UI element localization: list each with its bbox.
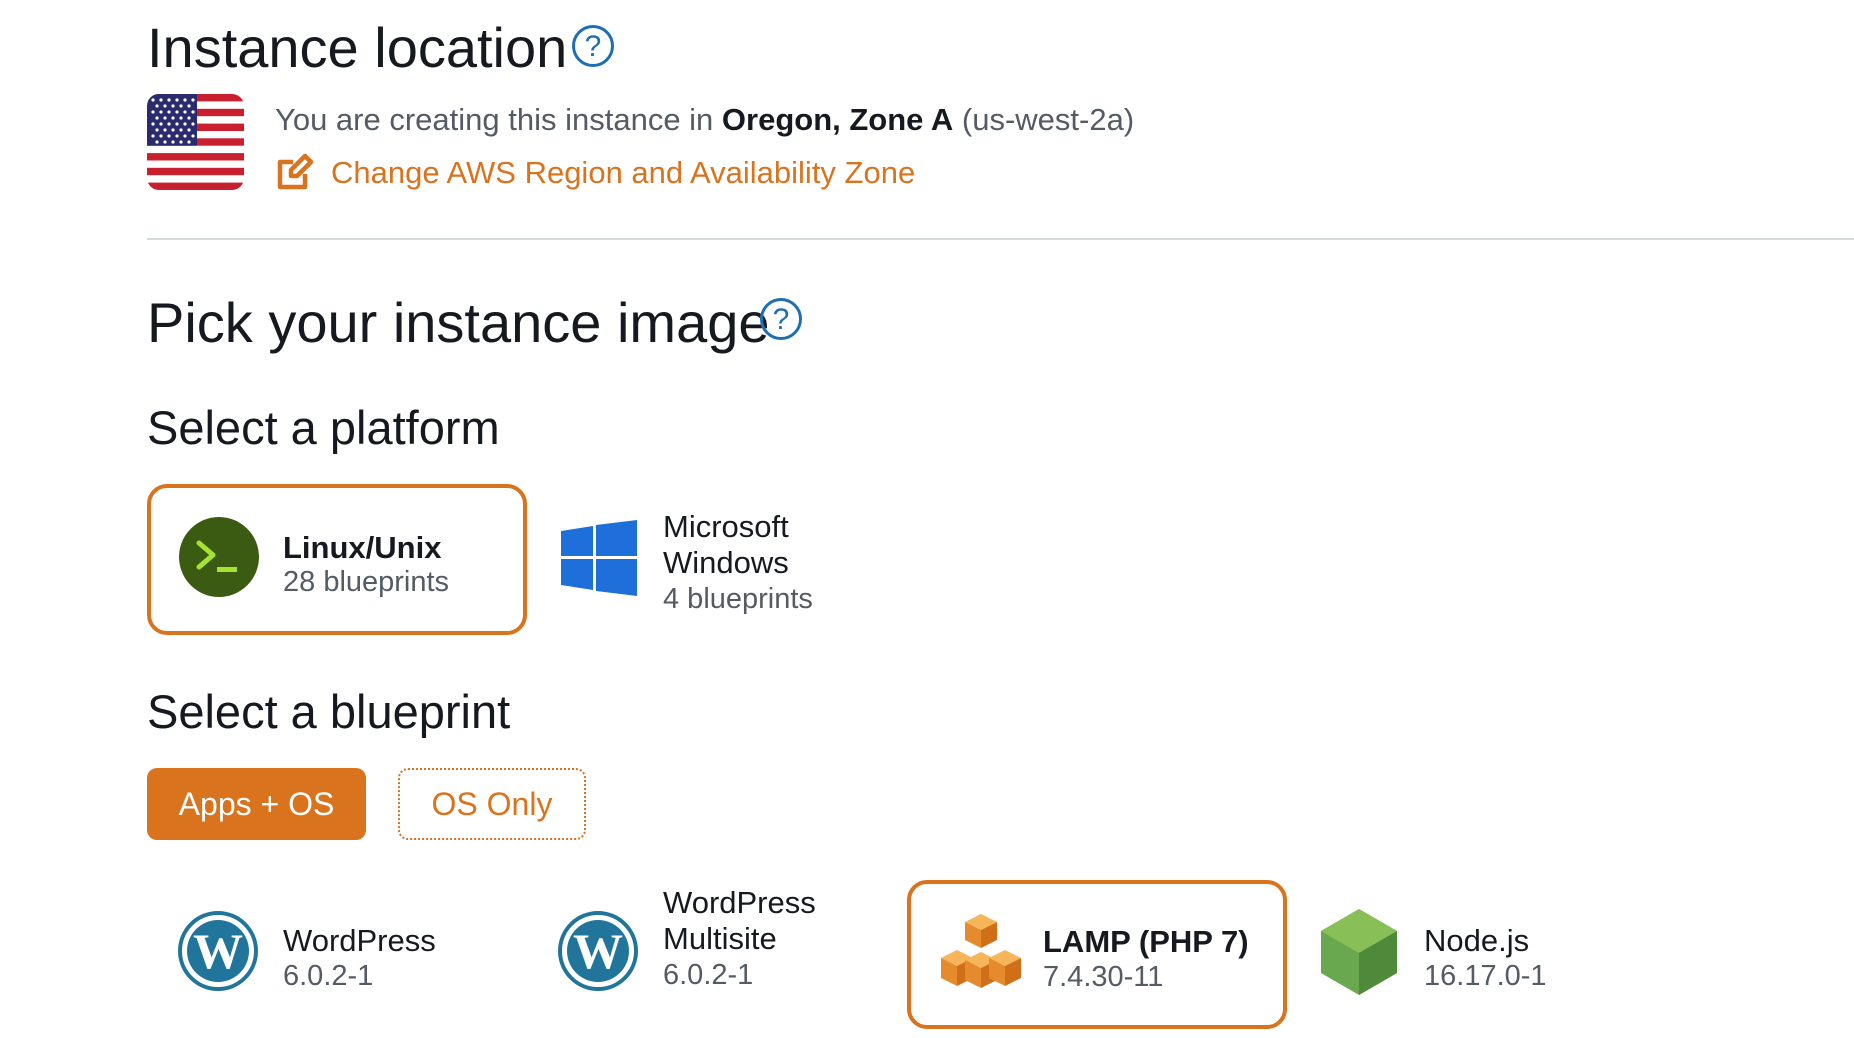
section-divider [147, 238, 1854, 240]
region-name: Oregon, Zone A [721, 102, 954, 137]
platform-count: 28 blueprints [283, 566, 450, 598]
wordpress-icon: W [558, 911, 638, 991]
tab-apps-os[interactable]: Apps + OS [147, 768, 366, 840]
blueprint-card-lamp[interactable]: LAMP (PHP 7) 7.4.30-11 [907, 880, 1287, 1029]
select-platform-title: Select a platform [147, 401, 500, 454]
blueprint-card-wordpress-multisite[interactable]: W WordPress Multisite 6.0.2-1 [550, 887, 880, 1015]
platform-count: 4 blueprints [663, 583, 813, 615]
terminal-icon [179, 517, 259, 597]
blueprint-version: 16.17.0-1 [1424, 960, 1547, 992]
instance-image-title: Pick your instance image [147, 291, 770, 354]
blueprint-name-line1: WordPress [663, 885, 816, 920]
location-description: You are creating this instance in Oregon… [275, 104, 1134, 135]
blueprint-version: 6.0.2-1 [663, 959, 754, 991]
zone-code: (us-west-2a) [961, 102, 1135, 137]
location-prefix: You are creating this instance in [275, 102, 722, 137]
instance-location-title: Instance location [147, 16, 568, 79]
nodejs-icon [1321, 909, 1397, 995]
platform-card-linux[interactable]: Linux/Unix 28 blueprints [147, 484, 527, 635]
change-region-label[interactable]: Change AWS Region and Availability Zone [331, 157, 915, 188]
platform-name-line1: Microsoft [663, 509, 789, 544]
blueprint-card-nodejs[interactable]: Node.js 16.17.0-1 [1310, 895, 1640, 1015]
blueprint-card-wordpress[interactable]: W WordPress 6.0.2-1 [170, 895, 500, 1015]
change-region-link[interactable]: Change AWS Region and Availability Zone [275, 152, 915, 192]
svg-text:W: W [573, 923, 623, 979]
svg-text:?: ? [585, 30, 602, 63]
svg-text:W: W [193, 923, 243, 979]
blueprint-name: WordPress [283, 923, 436, 958]
blueprint-version: 6.0.2-1 [283, 960, 374, 992]
us-flag-icon [147, 94, 244, 190]
cubes-icon [941, 914, 1021, 988]
blueprint-name: Node.js [1424, 923, 1530, 958]
platform-name: Linux/Unix [283, 530, 442, 565]
select-blueprint-title: Select a blueprint [147, 685, 511, 738]
edit-icon [277, 153, 314, 190]
platform-card-windows[interactable]: Microsoft Windows 4 blueprints [555, 505, 855, 625]
wordpress-icon: W [178, 911, 258, 991]
help-icon[interactable]: ? [571, 24, 615, 68]
windows-logo-icon [561, 520, 637, 596]
blueprint-version: 7.4.30-11 [1043, 961, 1164, 993]
tab-os-only[interactable]: OS Only [398, 768, 586, 840]
blueprint-name: LAMP (PHP 7) [1043, 924, 1249, 959]
svg-text:?: ? [773, 303, 790, 336]
help-icon[interactable]: ? [759, 297, 803, 341]
blueprint-name-line2: Multisite [663, 921, 777, 956]
platform-name-line2: Windows [663, 545, 789, 580]
